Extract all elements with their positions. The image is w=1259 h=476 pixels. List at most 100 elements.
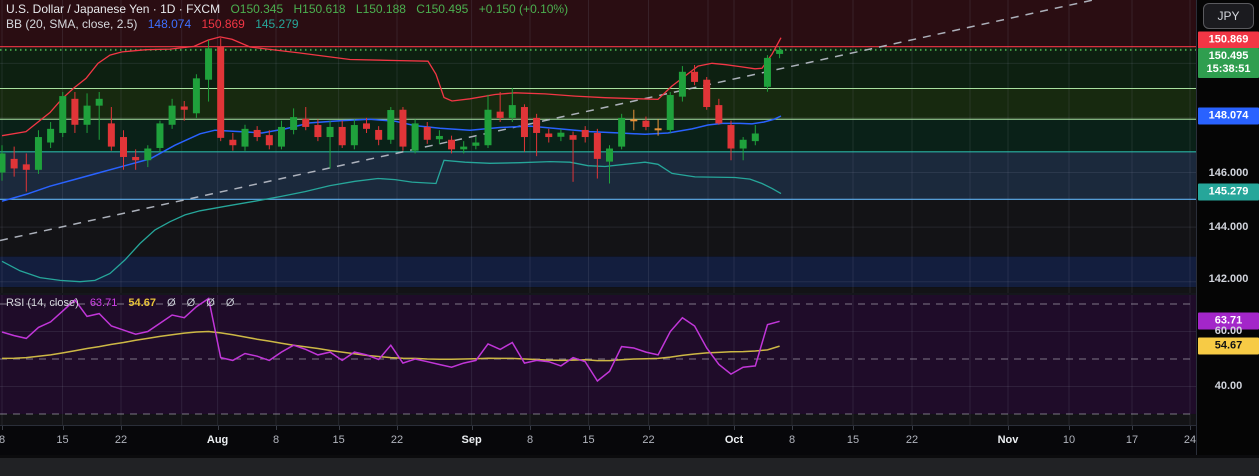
candle-body[interactable] <box>229 139 237 146</box>
candle-body[interactable] <box>678 71 686 97</box>
candle-body[interactable] <box>59 96 67 133</box>
candle-body[interactable] <box>751 133 759 142</box>
candle-body[interactable] <box>399 109 407 147</box>
time-axis-label[interactable]: 8 <box>273 434 279 446</box>
candle-body[interactable] <box>727 125 735 149</box>
time-axis-label[interactable]: 22 <box>642 434 654 446</box>
candle-body[interactable] <box>484 109 492 146</box>
candle-body[interactable] <box>0 153 6 173</box>
candle-body[interactable] <box>192 78 200 114</box>
candle-body[interactable] <box>654 128 662 131</box>
candle-body[interactable] <box>338 126 346 146</box>
time-axis-label[interactable]: Oct <box>725 434 743 446</box>
price-label-box[interactable]: 148.074 <box>1198 107 1259 125</box>
candle-body[interactable] <box>205 48 213 80</box>
price-axis[interactable]: JPY 150.869 150.495 15:38:51 148.074 146.000… <box>1196 0 1259 455</box>
candle-body[interactable] <box>168 105 176 125</box>
price-label-box[interactable]: 145.279 <box>1198 183 1259 201</box>
candle-body[interactable] <box>363 123 370 129</box>
candle-body[interactable] <box>10 158 18 169</box>
time-axis-label[interactable]: 22 <box>115 434 127 446</box>
candle-body[interactable] <box>265 135 273 146</box>
candle-body[interactable] <box>763 57 771 87</box>
candle-body[interactable] <box>95 98 103 106</box>
time-axis-label[interactable]: 10 <box>1063 434 1075 446</box>
time-axis-label[interactable]: 15 <box>56 434 68 446</box>
candle-body[interactable] <box>593 132 601 159</box>
time-axis-label[interactable]: 22 <box>906 434 918 446</box>
candle-body[interactable] <box>691 71 699 82</box>
candle-body[interactable] <box>144 148 152 161</box>
price-scale-label[interactable]: 146.000 <box>1197 167 1259 179</box>
time-axis-label[interactable]: 8 <box>0 434 5 446</box>
time-axis-label[interactable]: 22 <box>391 434 403 446</box>
time-axis-label[interactable]: 15 <box>582 434 594 446</box>
price-label-box[interactable]: 150.495 15:38:51 <box>1198 47 1259 78</box>
bottom-toolbar[interactable] <box>0 455 1259 476</box>
candle-body[interactable] <box>180 106 188 110</box>
candle-body[interactable] <box>423 126 431 140</box>
candle-body[interactable] <box>448 139 456 150</box>
candle-body[interactable] <box>715 105 723 124</box>
time-axis-label[interactable]: 8 <box>527 434 533 446</box>
rsi-indicator-label[interactable]: RSI (14, close) <box>6 297 79 309</box>
candle-body[interactable] <box>520 107 528 138</box>
time-axis-label[interactable]: 8 <box>789 434 795 446</box>
candle-body[interactable] <box>557 132 565 137</box>
candle-body[interactable] <box>630 119 638 122</box>
price-scale-label[interactable]: 40.00 <box>1197 380 1259 392</box>
candle-body[interactable] <box>666 95 674 130</box>
candle-body[interactable] <box>411 123 419 151</box>
time-axis-label[interactable]: Nov <box>998 434 1019 446</box>
candle-body[interactable] <box>132 156 140 161</box>
candle-body[interactable] <box>277 126 285 147</box>
time-axis-label[interactable]: Aug <box>207 434 228 446</box>
candle-body[interactable] <box>22 164 30 170</box>
candle-body[interactable] <box>739 139 747 149</box>
candle-body[interactable] <box>120 137 127 157</box>
candle-body[interactable] <box>290 117 298 130</box>
candle-body[interactable] <box>326 126 334 138</box>
candle-body[interactable] <box>435 135 443 140</box>
candle-body[interactable] <box>253 129 261 138</box>
time-axis-label[interactable]: 15 <box>847 434 859 446</box>
bb-indicator-label[interactable]: BB (20, SMA, close, 2.5) <box>6 17 137 31</box>
candle-body[interactable] <box>156 123 164 148</box>
price-scale-label[interactable]: 142.000 <box>1197 273 1259 285</box>
candle-body[interactable] <box>508 105 516 118</box>
candle-body[interactable] <box>350 125 358 146</box>
time-axis[interactable]: 8 15 22 Aug 8 15 22 Sep 8 15 22 Oct 8 15 22 Nov 10 17 24 <box>0 425 1196 455</box>
candle-body[interactable] <box>606 148 613 162</box>
candle-body[interactable] <box>83 105 91 125</box>
time-axis-label[interactable]: Sep <box>462 434 482 446</box>
candle-body[interactable] <box>642 120 650 127</box>
price-scale-label[interactable]: 144.000 <box>1197 221 1259 233</box>
candle-body[interactable] <box>581 129 589 138</box>
price-scale-label[interactable]: 60.00 <box>1197 325 1259 337</box>
candle-body[interactable] <box>375 129 383 140</box>
candle-body[interactable] <box>34 137 42 170</box>
candle-body[interactable] <box>545 133 553 138</box>
price-label-box[interactable]: 54.67 <box>1198 337 1259 355</box>
candle-body[interactable] <box>569 135 577 140</box>
candle-body[interactable] <box>533 117 541 133</box>
time-axis-label[interactable]: 15 <box>332 434 344 446</box>
candle-body[interactable] <box>472 142 480 146</box>
symbol-title[interactable]: U.S. Dollar / Japanese Yen · 1D · FXCM <box>6 2 220 16</box>
candle-body[interactable] <box>460 146 468 150</box>
candle-body[interactable] <box>618 117 626 147</box>
candle-body[interactable] <box>314 125 322 138</box>
candle-body[interactable] <box>107 123 115 147</box>
candle-body[interactable] <box>47 128 55 143</box>
currency-button[interactable]: JPY <box>1203 3 1254 29</box>
candle-body[interactable] <box>387 110 395 140</box>
candle-body[interactable] <box>71 98 79 125</box>
price-label-box[interactable]: 150.869 <box>1198 31 1259 49</box>
candle-body[interactable] <box>703 79 711 108</box>
candle-body[interactable] <box>776 49 784 54</box>
chart-area[interactable]: 8 15 22 Aug 8 15 22 Sep 8 15 22 Oct 8 15 22 Nov 10 17 24 U… <box>0 0 1196 455</box>
time-axis-label[interactable]: 24 <box>1184 434 1196 446</box>
candle-body[interactable] <box>302 118 310 127</box>
candle-body[interactable] <box>241 128 249 147</box>
candle-body[interactable] <box>496 111 504 118</box>
